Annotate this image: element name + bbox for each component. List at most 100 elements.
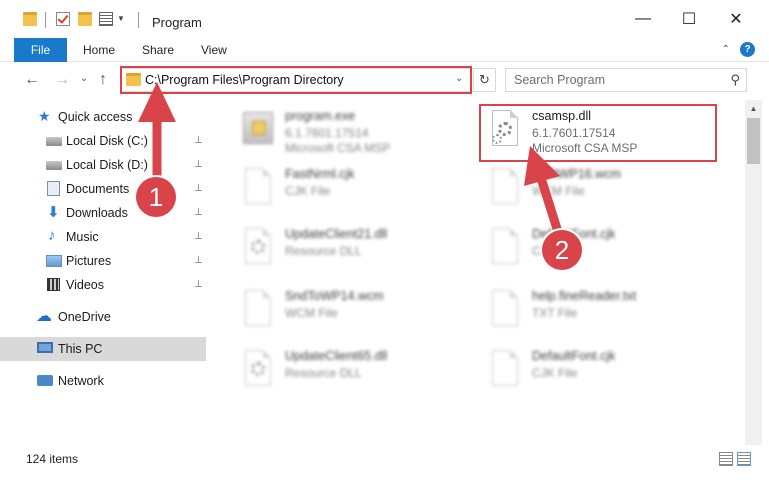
title-bar: ▼ Program — ☐ ✕ (0, 0, 769, 38)
sidebar-item-label: This PC (58, 342, 103, 356)
recent-locations-chevron-icon[interactable]: ⌄ (80, 73, 88, 84)
tab-home[interactable]: Home (83, 38, 115, 62)
file-item-help-finereader-txt[interactable]: help.fineReader.txt TXT File (488, 286, 728, 340)
application-icon (241, 110, 275, 150)
file-type: Resource DLL (285, 244, 362, 258)
help-icon[interactable]: ? (740, 42, 755, 57)
forward-button[interactable]: → (54, 71, 70, 89)
file-item-defaultfont-cjk[interactable]: DefaultFont.cjk CJK File (488, 224, 728, 278)
file-icon (488, 228, 522, 268)
file-name: DefltWP16.wcm (532, 167, 621, 181)
pin-icon[interactable]: ⊥ (194, 183, 203, 194)
sidebar-item-label: OneDrive (58, 310, 111, 324)
sidebar-item-onedrive[interactable]: ☁ OneDrive (0, 305, 206, 329)
file-type: WCM File (285, 306, 338, 320)
dll-gear-icon (241, 350, 275, 390)
toolbar-separator (45, 12, 46, 28)
navigation-bar: ← → ⌄ ↑ C:\Program Files\Program Directo… (0, 63, 769, 97)
file-version: 6.1.7601.17514 (532, 126, 616, 140)
videos-icon (47, 278, 60, 291)
file-list: program.exe 6.1.7601.17514 Microsoft CSA… (208, 100, 745, 445)
tab-share[interactable]: Share (142, 38, 174, 62)
scrollbar-thumb[interactable] (747, 118, 760, 164)
file-item-program-exe[interactable]: program.exe 6.1.7601.17514 Microsoft CSA… (241, 106, 481, 160)
pin-icon[interactable]: ⊥ (194, 207, 203, 218)
pin-icon[interactable]: ⊥ (194, 279, 203, 290)
new-folder-icon[interactable] (78, 12, 92, 26)
pin-icon[interactable]: ⊥ (194, 231, 203, 242)
sidebar-item-label: Documents (66, 182, 130, 196)
close-button[interactable]: ✕ (713, 0, 759, 38)
ribbon-controls: ⌃ ? (722, 42, 755, 57)
file-name: help.fineReader.txt (532, 289, 637, 303)
search-icon[interactable]: ⚲ (730, 72, 740, 88)
file-name: csamsp.dll (532, 109, 592, 123)
sidebar-item-quick-access[interactable]: ★ Quick access (0, 105, 206, 129)
properties-icon[interactable] (99, 12, 113, 26)
details-view-icon[interactable] (719, 452, 733, 466)
properties-check-icon[interactable] (56, 12, 70, 26)
file-description: Microsoft CSA MSP (532, 141, 638, 155)
maximize-button[interactable]: ☐ (666, 0, 712, 38)
tab-view[interactable]: View (201, 38, 227, 62)
file-item-updateclient21-dll[interactable]: UpdateClient21.dll Resource DLL (241, 224, 481, 278)
sidebar-item-label: Pictures (66, 254, 112, 268)
file-type: WCM File (532, 184, 585, 198)
cloud-icon: ☁ (36, 308, 52, 325)
search-input[interactable]: Search Program ⚲ (505, 68, 747, 92)
dll-gear-icon (241, 228, 275, 268)
address-path[interactable]: C:\Program Files\Program Directory (145, 73, 344, 87)
sidebar-item-label: Music (66, 230, 99, 244)
tab-file[interactable]: File (14, 38, 67, 62)
search-placeholder: Search Program (514, 73, 606, 87)
file-name: UpdateClient65.dll (285, 349, 388, 363)
sidebar-item-local-disk-d[interactable]: Local Disk (D:) ⊥ (0, 153, 206, 177)
pin-icon[interactable]: ⊥ (194, 159, 203, 170)
sidebar-item-network[interactable]: Network (0, 369, 206, 393)
toolbar-separator (138, 12, 139, 28)
minimize-button[interactable]: — (620, 0, 666, 38)
text-file-icon (488, 290, 522, 330)
collapse-ribbon-chevron-icon[interactable]: ⌃ (722, 44, 730, 55)
vertical-scrollbar[interactable]: ▲ (745, 100, 762, 445)
tiles-view-icon[interactable] (737, 452, 751, 466)
file-name: UpdateClient21.dll (285, 227, 388, 241)
file-item-sndtowp14-wcm[interactable]: SndToWP14.wcm WCM File (241, 286, 481, 340)
sidebar-item-pictures[interactable]: Pictures ⊥ (0, 249, 206, 273)
refresh-button[interactable]: ↻ (473, 69, 495, 91)
download-icon: ⬇ (47, 204, 60, 221)
sidebar-item-label: Local Disk (D:) (66, 158, 148, 172)
file-description: Microsoft CSA MSP (285, 141, 391, 155)
file-item-defaultfont-cjk-2[interactable]: DefaultFont.cjk CJK File (488, 346, 728, 400)
file-icon (241, 168, 275, 208)
sidebar-item-this-pc[interactable]: This PC (0, 337, 206, 361)
sidebar-item-music[interactable]: ♪ Music ⊥ (0, 225, 206, 249)
status-bar: 124 items (0, 448, 769, 470)
documents-icon (47, 181, 60, 196)
file-item-updateclient65-dll[interactable]: UpdateClient65.dll Resource DLL (241, 346, 481, 400)
file-type: TXT File (532, 306, 578, 320)
sidebar-item-videos[interactable]: Videos ⊥ (0, 273, 206, 297)
pin-icon[interactable]: ⊥ (194, 255, 203, 266)
sidebar-item-downloads[interactable]: ⬇ Downloads ⊥ (0, 201, 206, 225)
sidebar-item-local-disk-c[interactable]: Local Disk (C:) ⊥ (0, 129, 206, 153)
address-bar[interactable]: C:\Program Files\Program Directory ⌄ ↻ (120, 68, 496, 92)
file-item-fastnrml-cjk[interactable]: FastNrml.cjk CJK File (241, 164, 481, 218)
network-icon (37, 375, 53, 386)
customize-toolbar-chevron-icon[interactable]: ▼ (117, 14, 125, 23)
window-title: Program (152, 15, 202, 30)
address-dropdown-chevron-icon[interactable]: ⌄ (455, 73, 463, 84)
file-type: Resource DLL (285, 366, 362, 380)
music-icon: ♪ (48, 227, 56, 244)
file-item-defltwp16-wcm[interactable]: DefltWP16.wcm WCM File (488, 164, 728, 218)
sidebar-item-label: Videos (66, 278, 104, 292)
sidebar-item-label: Quick access (58, 110, 133, 124)
file-icon (488, 350, 522, 390)
file-version: 6.1.7601.17514 (285, 126, 369, 140)
scroll-up-arrow-icon[interactable]: ▲ (745, 100, 762, 117)
back-button[interactable]: ← (24, 71, 40, 89)
pin-icon[interactable]: ⊥ (194, 135, 203, 146)
file-item-csamsp-dll[interactable]: csamsp.dll 6.1.7601.17514 Microsoft CSA … (488, 106, 728, 160)
up-button[interactable]: ↑ (99, 71, 107, 89)
sidebar-item-label: Network (58, 374, 104, 388)
